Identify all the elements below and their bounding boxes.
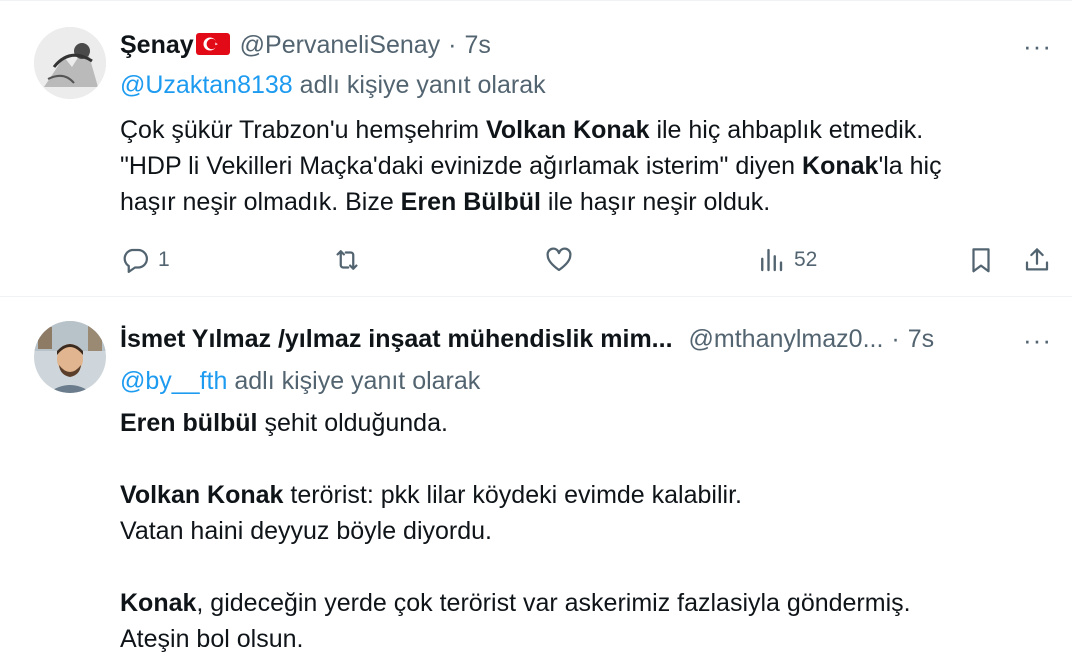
views-count: 52 bbox=[794, 248, 818, 271]
bold-text: Konak bbox=[120, 589, 197, 617]
text-segment: ile haşır neşir olduk. bbox=[540, 188, 771, 216]
retweet-icon bbox=[336, 250, 358, 270]
avatar[interactable] bbox=[34, 321, 106, 393]
tweet-text-line: Çok şükür Trabzon'u hemşehrim Volkan Kon… bbox=[120, 112, 942, 148]
text-segment: şehit olduğunda. bbox=[257, 409, 448, 437]
bookmark-icon bbox=[972, 248, 990, 273]
separator: · bbox=[448, 30, 457, 59]
bookmark-button[interactable] bbox=[966, 245, 996, 275]
tweet-text-line: Vatan haini deyyuz böyle diyordu. bbox=[120, 513, 911, 549]
tweet[interactable]: Şenay @PervaneliSenay · 7s ··· @Uzaktan8… bbox=[0, 0, 1072, 297]
separator: · bbox=[891, 324, 900, 353]
bold-text: Konak bbox=[802, 152, 879, 180]
more-options-icon[interactable]: ··· bbox=[1023, 31, 1052, 62]
text-segment: "HDP li Vekilleri Maçka'daki evinizde ağ… bbox=[120, 152, 803, 180]
reply-count: 1 bbox=[158, 248, 170, 271]
more-options-icon[interactable]: ··· bbox=[1023, 325, 1052, 356]
like-icon bbox=[546, 247, 572, 272]
reply-context: @by__fth adlı kişiye yanıt olarak bbox=[120, 367, 480, 396]
tweet-text-line: haşır neşir olmadık. Bize Eren Bülbül il… bbox=[120, 184, 942, 220]
timestamp[interactable]: 7s bbox=[908, 325, 934, 354]
tweet-text-line bbox=[120, 549, 911, 585]
tweet-text-line: Eren bülbül şehit olduğunda. bbox=[120, 405, 911, 441]
share-button[interactable] bbox=[1022, 245, 1052, 275]
tweet-text: Eren bülbül şehit olduğunda. Volkan Kona… bbox=[120, 405, 911, 657]
tweet-text-line: Konak, gideceğin yerde çok terörist var … bbox=[120, 585, 911, 621]
like-button[interactable] bbox=[544, 245, 574, 275]
text-segment: haşır neşir olmadık. Bize bbox=[120, 188, 401, 216]
text-segment: 'la hiç bbox=[878, 152, 942, 180]
bold-text: Volkan Konak bbox=[120, 481, 284, 509]
reply-context: @Uzaktan8138 adlı kişiye yanıt olarak bbox=[120, 71, 546, 100]
reply-to-mention[interactable]: @by__fth bbox=[120, 367, 227, 395]
share-icon bbox=[1025, 248, 1049, 271]
text-segment: , gideceğin yerde çok terörist var asker… bbox=[196, 589, 911, 617]
avatar[interactable] bbox=[34, 27, 106, 99]
turkish-flag-icon bbox=[195, 33, 230, 55]
text-segment: Vatan haini deyyuz böyle diyordu. bbox=[120, 517, 492, 545]
bold-text: Eren bülbül bbox=[120, 409, 258, 437]
reply-suffix: adlı kişiye yanıt olarak bbox=[299, 71, 546, 99]
text-segment: Çok şükür Trabzon'u hemşehrim bbox=[120, 116, 487, 144]
text-segment: terörist: pkk lilar köydeki evimde kalab… bbox=[283, 481, 742, 509]
display-name[interactable]: Şenay bbox=[120, 31, 194, 60]
tweet-text-line: Volkan Konak terörist: pkk lilar köydeki… bbox=[120, 477, 911, 513]
handle[interactable]: @mthanylmaz0... bbox=[689, 325, 884, 354]
bold-text: Volkan Konak bbox=[486, 116, 650, 144]
bold-text: Eren Bülbül bbox=[400, 188, 541, 216]
views-button[interactable]: 52 bbox=[756, 245, 817, 275]
reply-icon bbox=[123, 248, 148, 273]
reply-button[interactable]: 1 bbox=[120, 245, 170, 275]
tweet[interactable]: İsmet Yılmaz /yılmaz inşaat mühendislik … bbox=[0, 296, 1072, 665]
tweet-text: Çok şükür Trabzon'u hemşehrim Volkan Kon… bbox=[120, 112, 942, 220]
views-icon bbox=[761, 248, 783, 272]
tweet-text-line bbox=[120, 441, 911, 477]
action-bar: 1 52 bbox=[120, 243, 1060, 279]
tweet-text-line: "HDP li Vekilleri Maçka'daki evinizde ağ… bbox=[120, 148, 942, 184]
reply-suffix: adlı kişiye yanıt olarak bbox=[234, 367, 481, 395]
tweet-text-line: Ateşin bol olsun. bbox=[120, 621, 911, 657]
display-name[interactable]: İsmet Yılmaz /yılmaz inşaat mühendislik … bbox=[120, 325, 673, 354]
text-segment: ile hiç ahbaplık etmedik. bbox=[649, 116, 924, 144]
retweet-button[interactable] bbox=[332, 245, 362, 275]
reply-to-mention[interactable]: @Uzaktan8138 bbox=[120, 71, 293, 99]
text-segment: Ateşin bol olsun. bbox=[120, 625, 304, 653]
timestamp[interactable]: 7s bbox=[465, 31, 491, 60]
handle[interactable]: @PervaneliSenay bbox=[240, 31, 441, 60]
